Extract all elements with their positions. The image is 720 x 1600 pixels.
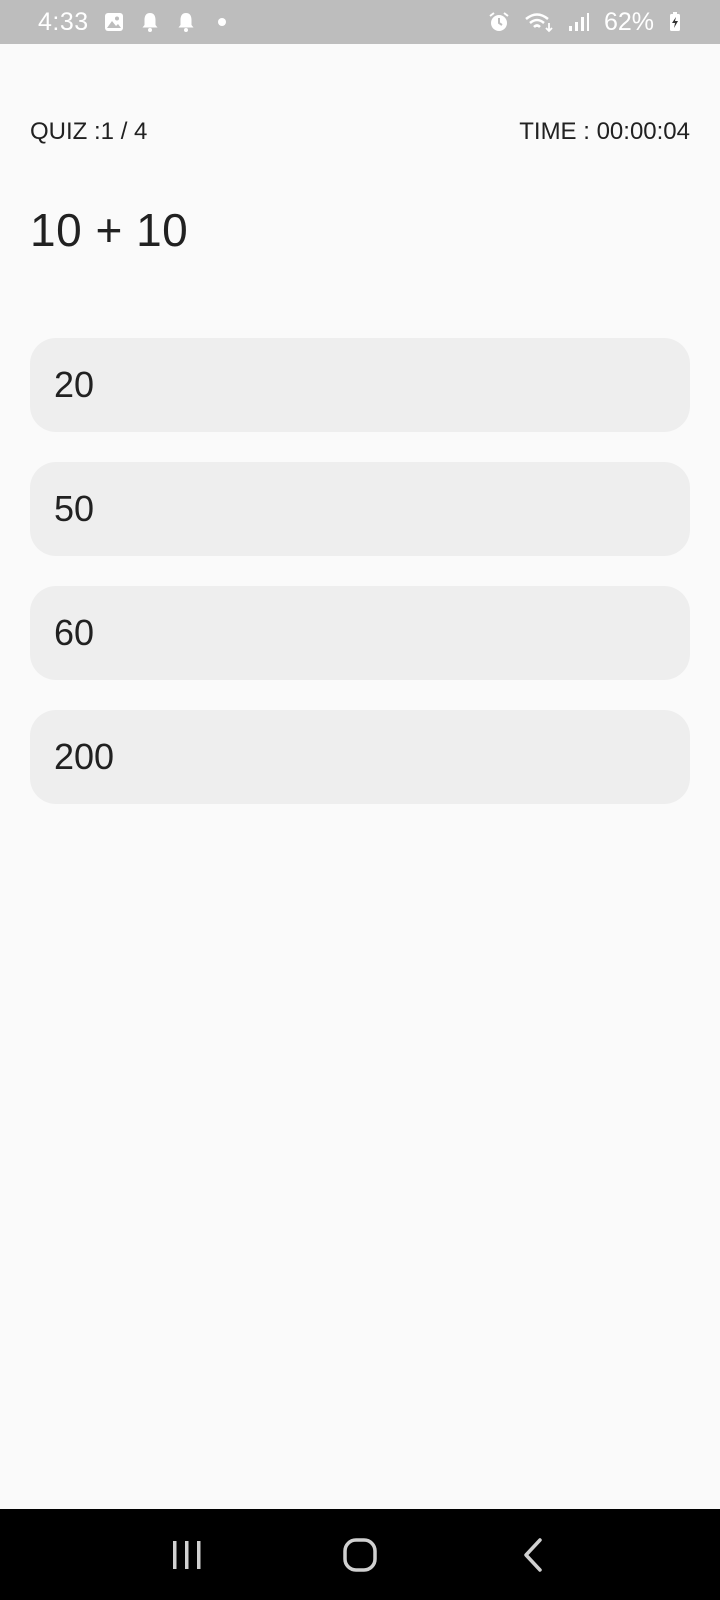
status-bar: 4:33 62% [0, 0, 720, 44]
answer-option-label: 60 [54, 612, 95, 653]
quiz-timer-label: TIME : [519, 118, 597, 145]
quiz-progress-label: QUIZ : [30, 118, 101, 145]
answer-option[interactable]: 50 [30, 462, 690, 556]
status-left: 4:33 [38, 8, 233, 37]
question-text: 10 + 10 [30, 204, 189, 256]
answer-option[interactable]: 200 [30, 710, 690, 804]
back-icon[interactable] [503, 1525, 563, 1585]
answer-options: 20 50 60 200 [30, 338, 690, 804]
status-right: 62% [488, 8, 682, 37]
notification-bell-icon [139, 11, 161, 33]
recent-apps-icon[interactable] [157, 1525, 217, 1585]
quiz-header: QUIZ : 1 / 4 TIME : 00:00:04 [30, 118, 690, 146]
image-icon [103, 11, 125, 33]
quiz-progress-value: 1 / 4 [100, 118, 148, 145]
navigation-bar [0, 1509, 720, 1600]
alarm-icon [488, 11, 510, 33]
answer-option[interactable]: 60 [30, 586, 690, 680]
signal-icon [568, 11, 590, 33]
wifi-icon [524, 11, 554, 33]
notification-bell-icon [175, 11, 197, 33]
battery-percent: 62% [603, 7, 654, 36]
battery-charging-icon [668, 11, 682, 33]
quiz-progress: QUIZ : 1 / 4 [30, 118, 147, 146]
home-icon[interactable] [330, 1525, 390, 1585]
answer-option-label: 50 [54, 488, 95, 529]
answer-option-label: 20 [54, 364, 95, 405]
answer-option[interactable]: 20 [30, 338, 690, 432]
dot-icon [211, 11, 233, 33]
quiz-timer-value: 00:00:04 [596, 118, 690, 145]
quiz-timer: TIME : 00:00:04 [519, 118, 690, 146]
answer-option-label: 200 [54, 736, 115, 777]
status-time: 4:33 [38, 7, 89, 36]
